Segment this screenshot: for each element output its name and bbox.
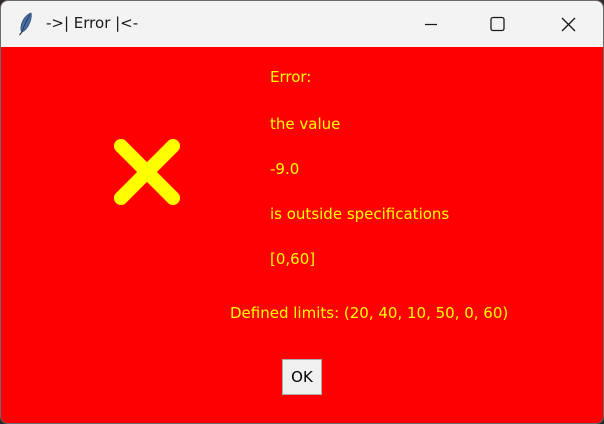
error-heading: Error: (270, 68, 312, 86)
ok-button[interactable]: OK (282, 359, 322, 395)
feather-icon (16, 12, 38, 36)
close-button[interactable] (545, 1, 591, 47)
maximize-button[interactable] (474, 1, 520, 47)
error-dialog-window: ->| Error |<- Error: the value -9.0 is o… (0, 0, 604, 424)
dialog-body: Error: the value -9.0 is outside specifi… (1, 47, 603, 423)
error-message-line: the value (270, 115, 341, 133)
error-x-icon (109, 134, 185, 210)
minimize-button[interactable] (407, 1, 453, 47)
error-value: -9.0 (270, 160, 300, 178)
title-bar[interactable]: ->| Error |<- (1, 1, 603, 47)
window-title: ->| Error |<- (46, 14, 139, 32)
specification-range: [0,60] (270, 250, 316, 268)
defined-limits-text: Defined limits: (20, 40, 10, 50, 0, 60) (230, 304, 509, 322)
error-message-line: is outside specifications (270, 205, 450, 223)
